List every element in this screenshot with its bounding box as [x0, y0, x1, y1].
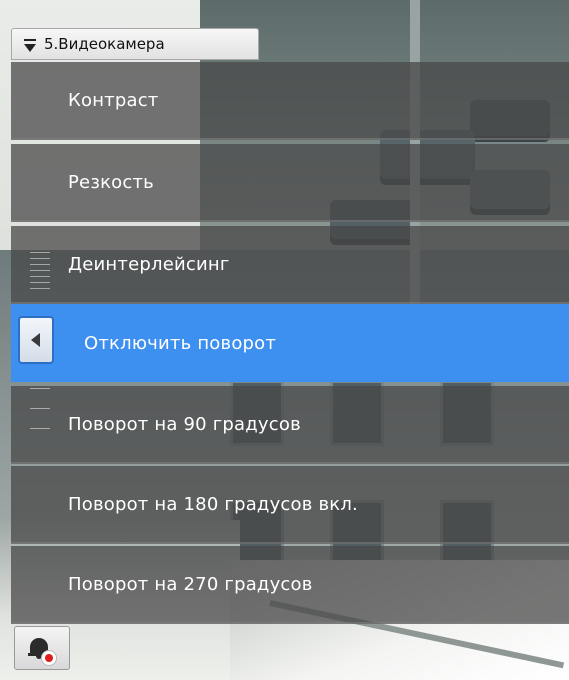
menu-item-label: Резкость — [68, 171, 154, 193]
camera-title-tab[interactable]: 5.Видеокамера — [11, 28, 259, 60]
slider-tick — [30, 270, 50, 271]
slider-tick — [30, 288, 50, 289]
menu-item-rotate-90[interactable]: Поворот на 90 градусов — [11, 386, 569, 464]
menu-item-label: Отключить поворот — [84, 332, 277, 354]
menu-item-label: Контраст — [68, 89, 159, 111]
record-dot-icon — [42, 651, 56, 665]
menu-item-deinterlacing[interactable]: Деинтерлейсинг — [11, 226, 569, 304]
slider-tick — [30, 428, 50, 429]
slider-tick — [30, 258, 50, 259]
slider-tick — [30, 282, 50, 283]
menu-item-sharpness[interactable]: Резкость — [11, 144, 569, 222]
menu-item-label: Поворот на 90 градусов — [68, 413, 301, 435]
menu-item-rotate-270[interactable]: Поворот на 270 градусов — [11, 546, 569, 624]
dropdown-triangle-icon — [24, 44, 36, 52]
dropdown-bar-icon — [24, 39, 36, 41]
slider-tick — [30, 408, 50, 409]
menu-item-contrast[interactable]: Контраст — [11, 62, 569, 140]
menu-item-label: Деинтерлейсинг — [68, 253, 230, 275]
camera-title-label: 5.Видеокамера — [44, 35, 165, 53]
slider-tick — [30, 264, 50, 265]
camera-context-menu: Контраст Резкость Деинтерлейсинг Отключи… — [11, 62, 569, 624]
menu-item-disable-rotation[interactable]: Отключить поворот — [11, 304, 569, 382]
slider-track[interactable] — [30, 248, 52, 438]
slider-tick — [30, 388, 50, 389]
slider-tick — [30, 276, 50, 277]
menu-item-label: Поворот на 180 градусов вкл. — [68, 493, 358, 515]
slider-tick — [30, 252, 50, 253]
menu-item-label: Поворот на 270 градусов — [68, 573, 313, 595]
alarm-button[interactable] — [14, 626, 70, 670]
menu-item-rotate-180[interactable]: Поворот на 180 градусов вкл. — [11, 466, 569, 544]
